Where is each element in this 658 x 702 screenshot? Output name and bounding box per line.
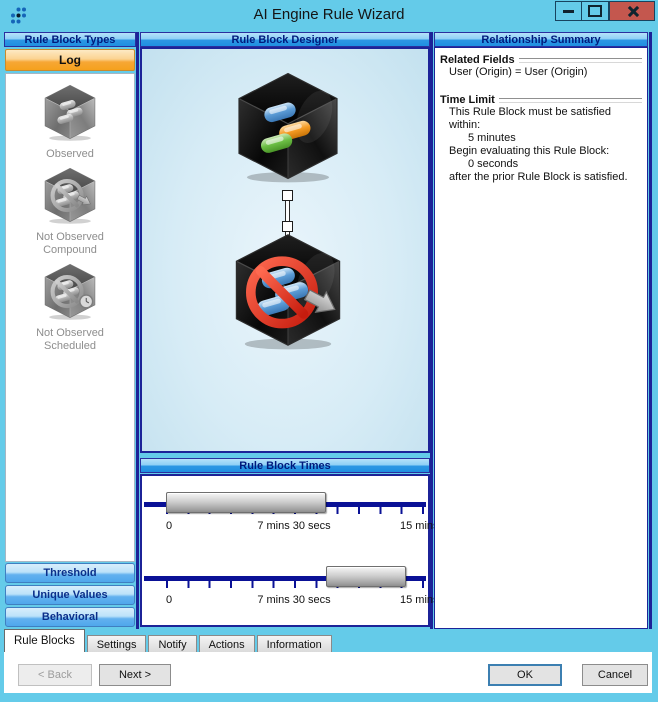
ai-engine-rule-wizard-window: { "window": { "title": "AI Engine Rule W… (0, 0, 658, 702)
relationship-summary-panel: Related Fields User (Origin) = User (Ori… (434, 47, 648, 629)
not-observed-compound-cube-icon (44, 168, 96, 224)
rule-block-types-panel: Rule Block Types Log Observed Not Observ… (4, 32, 136, 629)
threshold-button[interactable]: Threshold (5, 563, 135, 583)
not-observed-scheduled-cube-icon (44, 264, 96, 320)
divider-right-edge (649, 32, 652, 629)
log-button[interactable]: Log (5, 49, 135, 71)
time-limit-line: This Rule Block must be satisfied within… (449, 106, 612, 131)
divider-center-right (430, 32, 433, 629)
relationship-summary-header: Relationship Summary (434, 32, 648, 47)
rule-type-not-observed-compound[interactable]: Not Observed Compound (15, 166, 125, 257)
rule-type-observed[interactable]: Observed (15, 83, 125, 161)
related-fields-section-title: Related Fields (440, 54, 642, 66)
observed-cube-icon (44, 85, 96, 141)
footer-bar: < Back Next > OK Cancel (4, 652, 652, 693)
time-limit-value: 0 seconds (468, 158, 519, 170)
connector-handle-top[interactable] (282, 190, 293, 201)
rule-block-times-header: Rule Block Times (140, 458, 430, 473)
rule-type-label: Observed (46, 148, 94, 160)
time-limit-line: Begin evaluating this Rule Block: (449, 145, 610, 157)
next-button[interactable]: Next > (99, 664, 171, 686)
ok-button[interactable]: OK (488, 664, 562, 686)
slider-2-label-min: 0 (165, 594, 173, 606)
rule-type-not-observed-scheduled[interactable]: Not Observed Scheduled (15, 262, 125, 353)
clock-icon (79, 294, 94, 309)
titlebar: AI Engine Rule Wizard (0, 0, 658, 30)
maximize-button[interactable] (581, 1, 609, 21)
time-limit-line: after the prior Rule Block is satisfied. (449, 171, 628, 183)
close-button[interactable] (609, 1, 655, 21)
rule-block-designer-header: Rule Block Designer (140, 32, 430, 47)
close-icon (626, 5, 639, 18)
rule-type-label: Not Observed Compound (36, 231, 104, 256)
time-slider-1-thumb[interactable] (166, 492, 326, 513)
groove-line (498, 97, 642, 103)
minimize-button[interactable] (555, 1, 582, 21)
unique-values-button[interactable]: Unique Values (5, 585, 135, 605)
time-limit-section-title: Time Limit (440, 94, 642, 106)
minimize-icon (563, 9, 574, 13)
rule-block-times-panel: 0 7 mins 30 secs 15 mins 0 7 mins 30 sec… (140, 474, 439, 627)
groove-line (518, 57, 642, 63)
rule-block-types-header: Rule Block Types (4, 32, 136, 47)
related-fields-value: User (Origin) = User (Origin) (449, 66, 588, 78)
observed-rule-block-cube[interactable] (228, 69, 348, 183)
time-limit-value: 5 minutes (468, 132, 516, 144)
rule-block-designer-canvas (140, 47, 430, 453)
back-button[interactable]: < Back (18, 664, 92, 686)
cancel-button[interactable]: Cancel (582, 664, 648, 686)
divider-left-center (136, 32, 139, 629)
slider-1-label-min: 0 (165, 520, 173, 532)
not-observed-rule-block-cube[interactable] (228, 230, 348, 350)
time-slider-2-thumb[interactable] (326, 566, 406, 587)
slider-1-label-mid: 7 mins 30 secs (257, 520, 331, 532)
slider-2-label-mid: 7 mins 30 secs (257, 594, 331, 606)
maximize-icon (588, 5, 602, 17)
rule-type-label: Not Observed Scheduled (36, 327, 104, 352)
behavioral-button[interactable]: Behavioral (5, 607, 135, 627)
rule-type-list: Observed Not Observed Compound Not Obser… (5, 73, 135, 562)
